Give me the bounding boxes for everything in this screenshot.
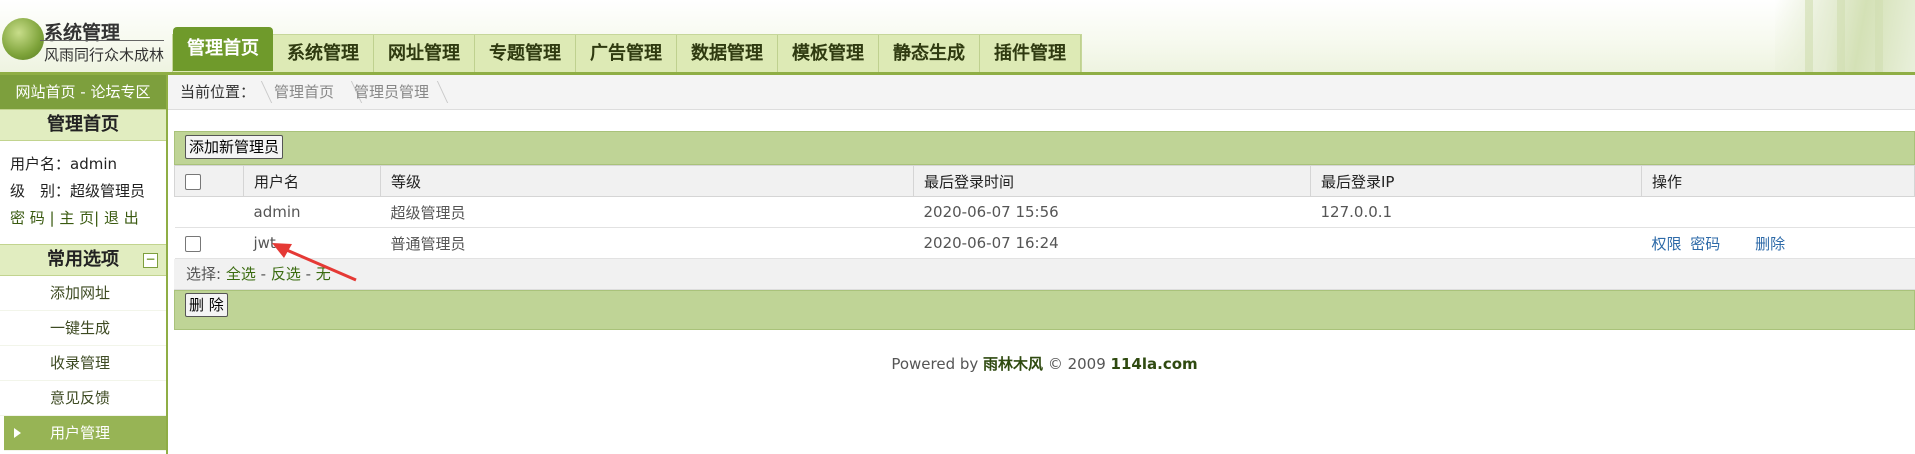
row-ip bbox=[1310, 227, 1642, 259]
row-last-login: 2020-06-07 15:56 bbox=[913, 196, 1311, 228]
breadcrumb-current: 管理员管理 bbox=[354, 83, 430, 101]
permission-link[interactable]: 权限 bbox=[1652, 235, 1682, 253]
nav-tab-static[interactable]: 静态生成 bbox=[879, 35, 980, 73]
annotation-arrow-icon bbox=[272, 243, 357, 282]
row-checkbox[interactable] bbox=[184, 235, 201, 252]
user-links[interactable]: 密 码 | 主 页| 退 出 bbox=[10, 205, 166, 232]
row-username: admin bbox=[243, 196, 381, 228]
footer-site[interactable]: 114la.com bbox=[1111, 355, 1198, 373]
sidebar-item-collect[interactable]: 收录管理 bbox=[0, 346, 166, 381]
col-last-login: 最后登录时间 bbox=[913, 165, 1311, 197]
table-row: admin 超级管理员 2020-06-07 15:56 127.0.0.1 bbox=[174, 196, 1915, 228]
breadcrumb-label: 当前位置： bbox=[180, 83, 256, 101]
nav-tab-url[interactable]: 网址管理 bbox=[374, 35, 475, 73]
nav-tab-data[interactable]: 数据管理 bbox=[677, 35, 778, 73]
row-select-cell bbox=[174, 227, 244, 259]
row-last-login: 2020-06-07 16:24 bbox=[913, 227, 1311, 259]
table-header-row: 用户名 等级 最后登录时间 最后登录IP 操作 bbox=[174, 165, 1915, 197]
select-all-checkbox[interactable] bbox=[185, 173, 201, 190]
main-nav: 管理首页 系统管理 网址管理 专题管理 广告管理 数据管理 模板管理 静态生成 … bbox=[172, 27, 1082, 73]
level-label: 级 别： bbox=[10, 182, 71, 200]
nav-tab-home[interactable]: 管理首页 bbox=[173, 27, 273, 71]
bottom-toolbar: 删 除 bbox=[174, 290, 1915, 330]
section-common-label: 常用选项 bbox=[47, 249, 119, 270]
selection-label: 选择: bbox=[186, 265, 222, 283]
row-actions: 权限 密码 删除 bbox=[1641, 227, 1915, 259]
nav-tab-system[interactable]: 系统管理 bbox=[273, 35, 374, 73]
sidebar-item-users[interactable]: 用户管理 bbox=[4, 416, 166, 451]
admin-table: 用户名 等级 最后登录时间 最后登录IP 操作 admin 超级管理员 2020… bbox=[174, 165, 1915, 259]
nav-tab-template[interactable]: 模板管理 bbox=[778, 35, 879, 73]
row-actions bbox=[1641, 196, 1915, 228]
col-username: 用户名 bbox=[243, 165, 381, 197]
username-row: 用户名：admin bbox=[10, 151, 166, 178]
select-all-link[interactable]: 全选 bbox=[226, 265, 256, 283]
selection-row: 选择: 全选 - 反选 - 无 bbox=[174, 259, 1915, 290]
logo-emblem-icon bbox=[2, 18, 44, 60]
breadcrumb-separator bbox=[426, 81, 449, 103]
row-level: 普通管理员 bbox=[380, 227, 914, 259]
row-level: 超级管理员 bbox=[380, 196, 914, 228]
admin-panel: 添加新管理员 用户名 等级 最后登录时间 最后登录IP 操作 admin 超级管… bbox=[174, 131, 1915, 330]
footer-brand[interactable]: 雨林木风 bbox=[983, 355, 1043, 373]
sidebar-item-feedback[interactable]: 意见反馈 bbox=[0, 381, 166, 416]
username-label: 用户名： bbox=[10, 155, 71, 173]
header: 系统管理 风雨同行众木成林 管理首页 系统管理 网址管理 专题管理 广告管理 数… bbox=[0, 0, 1915, 73]
footer-copyright: © 2009 bbox=[1043, 355, 1111, 373]
logo: 系统管理 风雨同行众木成林 bbox=[0, 14, 166, 70]
selection-sep: - bbox=[255, 265, 271, 283]
col-level: 等级 bbox=[380, 165, 914, 197]
footer: Powered by 雨林木风 © 2009 114la.com bbox=[174, 353, 1915, 374]
sidebar-item-add-url[interactable]: 添加网址 bbox=[0, 276, 166, 311]
nav-tab-plugin[interactable]: 插件管理 bbox=[980, 35, 1081, 73]
col-last-ip: 最后登录IP bbox=[1310, 165, 1642, 197]
breadcrumb-home[interactable]: 管理首页 bbox=[274, 75, 334, 109]
delete-button[interactable]: 删 除 bbox=[185, 293, 228, 317]
add-admin-button[interactable]: 添加新管理员 bbox=[185, 135, 284, 159]
section-home-title: 管理首页 bbox=[0, 109, 166, 141]
logo-divider bbox=[40, 40, 164, 41]
site-forum-link[interactable]: 网站首页 - 论坛专区 bbox=[0, 75, 166, 109]
bamboo-decoration bbox=[1775, 0, 1915, 72]
sidebar-item-generate[interactable]: 一键生成 bbox=[0, 311, 166, 346]
level-value: 超级管理员 bbox=[70, 182, 146, 200]
logo-subtitle: 风雨同行众木成林 bbox=[44, 46, 165, 64]
select-all-header bbox=[174, 165, 244, 197]
toolbar: 添加新管理员 bbox=[174, 131, 1915, 165]
password-link[interactable]: 密码 bbox=[1690, 235, 1720, 253]
table-row: jwt 普通管理员 2020-06-07 16:24 权限 密码 删除 bbox=[174, 227, 1915, 259]
section-common-title: 常用选项 − bbox=[0, 244, 166, 276]
row-ip: 127.0.0.1 bbox=[1310, 196, 1642, 228]
footer-prefix: Powered by bbox=[891, 355, 984, 373]
collapse-icon[interactable]: − bbox=[143, 253, 158, 268]
col-actions: 操作 bbox=[1641, 165, 1915, 197]
row-select-cell bbox=[174, 196, 244, 228]
nav-tab-topic[interactable]: 专题管理 bbox=[475, 35, 576, 73]
nav-tab-ads[interactable]: 广告管理 bbox=[576, 35, 677, 73]
level-row: 级 别：超级管理员 bbox=[10, 178, 166, 205]
username-value: admin bbox=[70, 155, 118, 173]
user-info: 用户名：admin 级 别：超级管理员 密 码 | 主 页| 退 出 bbox=[0, 141, 166, 232]
delete-link[interactable]: 删除 bbox=[1755, 235, 1785, 253]
breadcrumb: 当前位置： 管理首页 管理员管理 bbox=[168, 75, 1915, 110]
sidebar: 网站首页 - 论坛专区 管理首页 用户名：admin 级 别：超级管理员 密 码… bbox=[0, 75, 168, 454]
